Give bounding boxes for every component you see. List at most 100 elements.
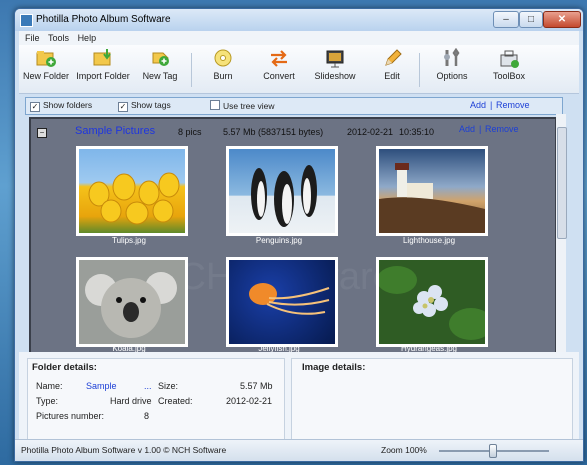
zoom-slider-handle[interactable] bbox=[489, 444, 497, 458]
folder-name-ellipsis[interactable]: ... bbox=[144, 381, 152, 391]
collapse-icon[interactable]: − bbox=[37, 128, 47, 138]
new-folder-button[interactable]: New Folder bbox=[22, 48, 70, 81]
show-tags-checkbox[interactable]: ✓ Show tags bbox=[118, 100, 171, 112]
menu-tools[interactable]: Tools bbox=[48, 31, 69, 45]
close-button[interactable]: ✕ bbox=[543, 11, 581, 28]
album-gallery: NCH Software − Sample Pictures 8 pics 5.… bbox=[29, 117, 557, 355]
size-value: 5.57 Mb bbox=[240, 381, 273, 391]
caption-lighthouse: Lighthouse.jpg bbox=[402, 236, 456, 245]
album-count: 8 pics bbox=[178, 127, 202, 137]
show-folders-label: Show folders bbox=[43, 100, 93, 110]
toolbox-label: ToolBox bbox=[492, 71, 526, 81]
new-folder-label: New Folder bbox=[22, 71, 69, 81]
toolbar-divider bbox=[191, 53, 192, 87]
remove-folder-link[interactable]: Remove bbox=[496, 100, 530, 110]
add-folder-link[interactable]: Add bbox=[470, 100, 486, 110]
toolbar: New Folder Import Folder New Tag Burn Co… bbox=[19, 45, 579, 94]
folder-name-link[interactable]: Sample bbox=[86, 381, 117, 391]
tree-view-checkbox[interactable]: Use tree view bbox=[210, 100, 275, 111]
koala-photo bbox=[85, 272, 177, 338]
album-size: 5.57 Mb (5837151 bytes) bbox=[223, 127, 324, 137]
minimize-button[interactable]: – bbox=[493, 11, 519, 28]
thumbnail-koala[interactable] bbox=[76, 257, 188, 347]
size-label: Size: bbox=[158, 381, 179, 391]
jellyfish-photo bbox=[249, 283, 330, 315]
folder-import-icon bbox=[92, 48, 114, 68]
title-bar: Photilla Photo Album Software – □ ✕ bbox=[15, 9, 583, 31]
import-folder-label: Import Folder bbox=[76, 71, 130, 81]
hydrangeas-photo bbox=[377, 266, 493, 340]
convert-label: Convert bbox=[263, 71, 295, 81]
album-header: − Sample Pictures 8 pics 5.57 Mb (583715… bbox=[31, 119, 555, 149]
edit-label: Edit bbox=[384, 71, 400, 81]
menu-file[interactable]: File bbox=[25, 31, 40, 45]
link-separator: | bbox=[490, 100, 493, 110]
thumbnail-hydrangeas[interactable] bbox=[376, 257, 493, 347]
burn-button[interactable]: Burn bbox=[205, 48, 241, 81]
check-icon: ✓ bbox=[118, 102, 128, 112]
caption-penguins: Penguins.jpg bbox=[255, 236, 303, 245]
thumbnail-penguins[interactable] bbox=[226, 146, 338, 236]
window-title: Photilla Photo Album Software bbox=[36, 14, 171, 25]
lighthouse-photo bbox=[379, 163, 485, 233]
tag-plus-icon bbox=[149, 48, 171, 68]
convert-arrows-icon bbox=[268, 48, 290, 68]
image-details-heading: Image details: bbox=[302, 362, 366, 373]
pencil-icon bbox=[381, 48, 403, 68]
tulips-photo bbox=[88, 172, 180, 225]
show-folders-checkbox[interactable]: ✓ Show folders bbox=[30, 100, 92, 112]
caption-tulips: Tulips.jpg bbox=[112, 236, 146, 245]
toolbox-icon bbox=[498, 48, 520, 68]
maximize-button[interactable]: □ bbox=[519, 11, 543, 28]
menu-help[interactable]: Help bbox=[78, 31, 97, 45]
options-button[interactable]: Options bbox=[433, 47, 471, 81]
thumbnail-tulips[interactable] bbox=[76, 146, 188, 236]
show-tags-label: Show tags bbox=[131, 100, 171, 110]
gallery-scroll-thumb[interactable] bbox=[557, 127, 567, 239]
created-value: 2012-02-21 bbox=[226, 396, 273, 406]
status-bar: Photilla Photo Album Software v 1.00 © N… bbox=[15, 439, 583, 461]
menu-bar: File Tools Help bbox=[19, 31, 579, 45]
view-options-bar: ✓ Show folders ✓ Show tags Use tree view A… bbox=[25, 97, 563, 115]
folder-details-heading: Folder details: bbox=[32, 362, 97, 373]
edit-button[interactable]: Edit bbox=[377, 48, 407, 81]
pictures-number-value: 8 bbox=[144, 411, 150, 421]
thumbnail-lighthouse[interactable] bbox=[376, 146, 488, 236]
slideshow-label: Slideshow bbox=[314, 71, 356, 81]
tree-view-label: Use tree view bbox=[223, 101, 275, 111]
album-time: 10:35:10 bbox=[399, 127, 435, 137]
album-link-separator: | bbox=[479, 124, 482, 134]
type-value: Hard drive bbox=[110, 396, 152, 406]
check-icon: ✓ bbox=[30, 102, 40, 112]
convert-button[interactable]: Convert bbox=[259, 48, 299, 81]
checkbox-empty-icon bbox=[210, 100, 220, 110]
pictures-number-label: Pictures number: bbox=[36, 411, 105, 421]
app-icon bbox=[20, 14, 33, 27]
album-remove-link[interactable]: Remove bbox=[485, 124, 519, 134]
import-folder-button[interactable]: Import Folder bbox=[74, 48, 132, 81]
thumbnail-jellyfish[interactable] bbox=[226, 257, 338, 347]
details-panel: Folder details: Name: Sample ... Size: 5… bbox=[19, 352, 579, 444]
album-date: 2012-02-21 bbox=[347, 127, 394, 137]
penguins-photo bbox=[251, 165, 317, 227]
new-tag-button[interactable]: New Tag bbox=[139, 48, 181, 81]
toolbox-button[interactable]: ToolBox bbox=[489, 48, 529, 81]
status-text: Photilla Photo Album Software v 1.00 © N… bbox=[21, 445, 227, 455]
folder-plus-icon bbox=[35, 48, 57, 68]
burn-label: Burn bbox=[213, 71, 233, 81]
wrench-icon bbox=[441, 47, 463, 68]
album-add-link[interactable]: Add bbox=[459, 124, 475, 134]
toolbar-divider bbox=[419, 53, 420, 87]
slideshow-icon bbox=[324, 48, 346, 68]
zoom-level: Zoom 100% bbox=[381, 445, 427, 455]
disc-icon bbox=[212, 48, 234, 68]
new-tag-label: New Tag bbox=[142, 71, 178, 81]
type-label: Type: bbox=[36, 396, 59, 406]
slideshow-button[interactable]: Slideshow bbox=[311, 48, 359, 81]
app-window: Photilla Photo Album Software – □ ✕ File… bbox=[14, 8, 584, 462]
folder-details-box: Folder details: Name: Sample ... Size: 5… bbox=[27, 358, 285, 440]
options-label: Options bbox=[436, 71, 468, 81]
name-label: Name: bbox=[36, 381, 63, 391]
album-name[interactable]: Sample Pictures bbox=[75, 125, 155, 137]
image-details-box: Image details: bbox=[291, 358, 573, 440]
